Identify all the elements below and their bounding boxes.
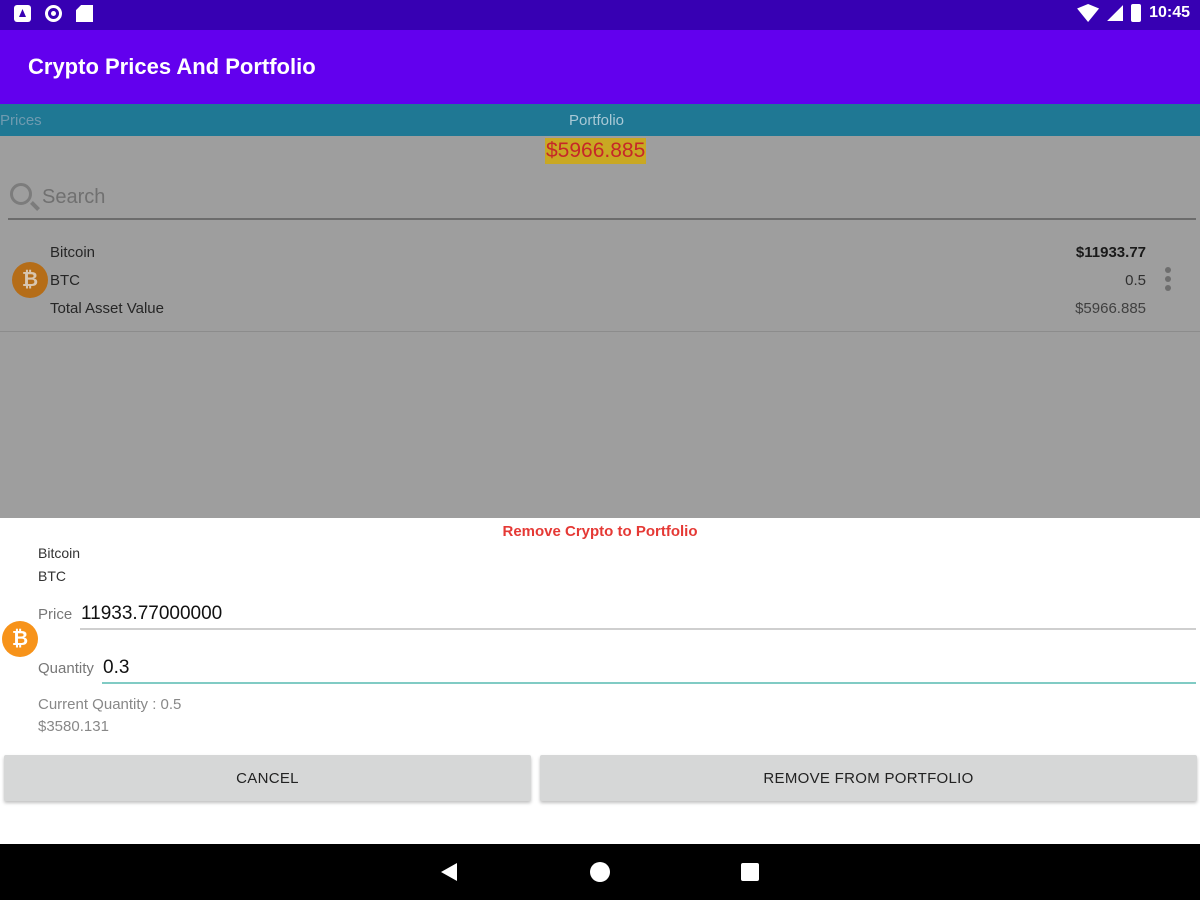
remove-crypto-dialog: Remove Crypto to Portfolio Bitcoin BTC ₿… [0,518,1200,844]
wifi-icon [1077,4,1100,22]
dialog-coin-name: Bitcoin [38,545,81,561]
search-bar[interactable]: Search [8,180,1196,220]
asset-name: Bitcoin [50,244,96,261]
sd-card-icon [76,5,93,22]
tab-bar: Prices Portfolio [0,104,1200,136]
app-bar: Crypto Prices And Portfolio [0,30,1200,104]
bitcoin-icon: ₿ [12,262,48,298]
cancel-button[interactable]: CANCEL [4,755,531,801]
portfolio-total-value: $5966.885 [545,138,647,164]
cell-signal-icon [1107,5,1124,21]
system-nav-bar [0,844,1200,900]
search-input[interactable]: Search [42,186,105,209]
search-icon [10,183,32,205]
asset-total-value: $5966.885 [1075,300,1146,317]
dialog-coin-symbol: BTC [38,568,66,584]
quantity-field[interactable] [102,654,1196,684]
dialog-title: Remove Crypto to Portfolio [502,523,698,540]
battery-icon [1131,4,1142,22]
notification-a-icon [14,5,31,22]
tab-prices[interactable]: Prices [0,112,42,129]
asset-total-label: Total Asset Value [50,300,164,317]
status-clock: 10:45 [1149,4,1190,21]
price-field[interactable] [80,600,1196,630]
asset-quantity: 0.5 [1125,272,1146,289]
remove-from-portfolio-button[interactable]: REMOVE FROM PORTFOLIO [540,755,1197,801]
current-quantity-text: Current Quantity : 0.5 [38,696,182,713]
computed-value-text: $3580.131 [38,718,109,735]
portfolio-list-item[interactable]: ₿ Bitcoin BTC Total Asset Value $11933.7… [0,232,1200,332]
asset-price: $11933.77 [1075,244,1146,261]
asset-symbol: BTC [50,272,80,289]
bitcoin-icon: ₿ [2,621,38,657]
home-icon[interactable] [590,862,610,882]
app-title: Crypto Prices And Portfolio [28,54,316,79]
recent-apps-icon[interactable] [741,863,759,881]
back-icon[interactable] [441,863,457,881]
price-label: Price [38,606,73,623]
more-vert-icon[interactable] [1160,264,1176,296]
tab-portfolio[interactable]: Portfolio [569,112,624,129]
status-bar: 10:45 [0,0,1200,30]
sync-icon [45,5,62,22]
quantity-label: Quantity [38,660,94,677]
